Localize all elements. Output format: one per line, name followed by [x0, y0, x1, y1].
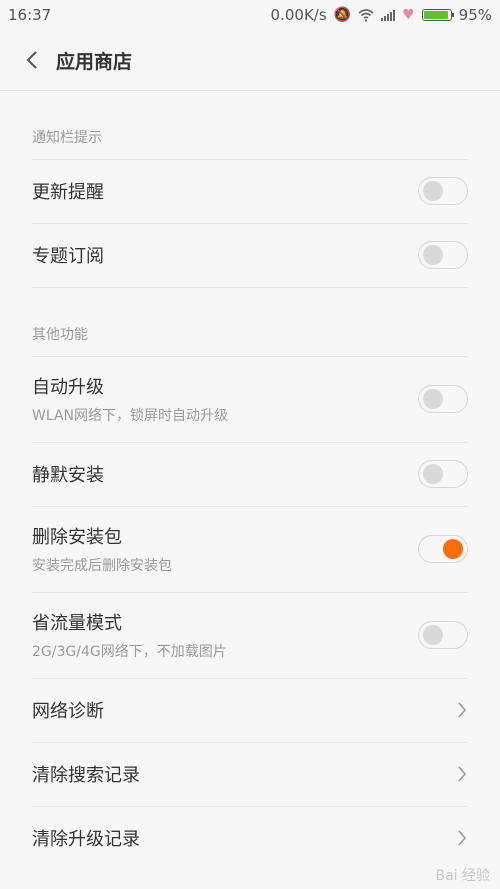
setting-texts: 自动升级 WLAN网络下，锁屏时自动升级 [32, 373, 228, 425]
page-title: 应用商店 [56, 50, 133, 73]
setting-texts: 省流量模式 2G/3G/4G网络下，不加载图片 [32, 609, 227, 661]
chevron-right-icon [456, 829, 468, 847]
toggle-knob [423, 464, 443, 484]
battery-percent: 95% [458, 6, 492, 24]
toggle-knob [423, 625, 443, 645]
setting-label: 静默安装 [32, 465, 104, 486]
setting-texts: 删除安装包 安装完成后删除安装包 [32, 523, 172, 575]
setting-label: 网络诊断 [32, 701, 104, 722]
auto-upgrade-toggle[interactable] [418, 385, 468, 413]
watermark: Bai 经验 [435, 868, 490, 884]
update-reminder-toggle[interactable] [418, 177, 468, 205]
silent-install-toggle[interactable] [418, 460, 468, 488]
setting-network-diagnosis[interactable]: 网络诊断 [0, 678, 500, 742]
setting-label: 专题订阅 [32, 246, 104, 267]
setting-silent-install[interactable]: 静默安装 [0, 442, 500, 506]
data-saver-toggle[interactable] [418, 621, 468, 649]
setting-topic-subscription[interactable]: 专题订阅 [0, 223, 500, 287]
section-header-notifications: 通知栏提示 [32, 130, 102, 146]
notification-settings: 更新提醒 专题订阅 [0, 159, 500, 287]
chevron-right-icon [456, 765, 468, 783]
back-button[interactable] [18, 46, 46, 74]
setting-label: 清除搜索记录 [32, 765, 140, 786]
toggle-knob [423, 245, 443, 265]
setting-label: 清除升级记录 [32, 829, 140, 850]
setting-auto-upgrade[interactable]: 自动升级 WLAN网络下，锁屏时自动升级 [0, 356, 500, 442]
setting-delete-package[interactable]: 删除安装包 安装完成后删除安装包 [0, 506, 500, 592]
heart-icon: ♥ [402, 7, 415, 23]
section-header-other: 其他功能 [32, 287, 468, 356]
toggle-knob [423, 389, 443, 409]
setting-clear-search[interactable]: 清除搜索记录 [0, 742, 500, 806]
wifi-icon [358, 8, 374, 22]
delete-package-toggle[interactable] [418, 535, 468, 563]
chevron-left-icon [26, 51, 37, 69]
status-time: 16:37 [8, 6, 52, 24]
setting-description: WLAN网络下，锁屏时自动升级 [32, 408, 229, 424]
chevron-right-icon [456, 701, 468, 719]
topic-subscription-toggle[interactable] [418, 241, 468, 269]
setting-label: 删除安装包 [32, 527, 122, 548]
mute-icon: 🔕 [333, 7, 352, 23]
setting-label: 自动升级 [32, 377, 104, 398]
signal-icon [381, 9, 396, 21]
setting-data-saver[interactable]: 省流量模式 2G/3G/4G网络下，不加载图片 [0, 592, 500, 678]
setting-description: 安装完成后删除安装包 [32, 558, 172, 574]
title-bar: 应用商店 [0, 30, 500, 91]
toggle-knob [443, 539, 463, 559]
status-right: 0.00K/s 🔕 ♥ 95% [271, 6, 492, 24]
setting-update-reminder[interactable]: 更新提醒 [0, 159, 500, 223]
setting-label: 省流量模式 [32, 613, 122, 634]
battery-fill [423, 11, 449, 19]
setting-label: 更新提醒 [32, 182, 104, 203]
setting-clear-upgrade[interactable]: 清除升级记录 [0, 806, 500, 870]
network-speed: 0.00K/s [270, 6, 327, 24]
setting-description: 2G/3G/4G网络下，不加载图片 [32, 644, 227, 660]
battery-icon [421, 9, 454, 21]
toggle-knob [423, 181, 443, 201]
other-settings: 自动升级 WLAN网络下，锁屏时自动升级 静默安装 删除安装包 安装完成后删除安… [0, 356, 500, 870]
status-bar: 16:37 0.00K/s 🔕 ♥ 95% [0, 0, 500, 30]
